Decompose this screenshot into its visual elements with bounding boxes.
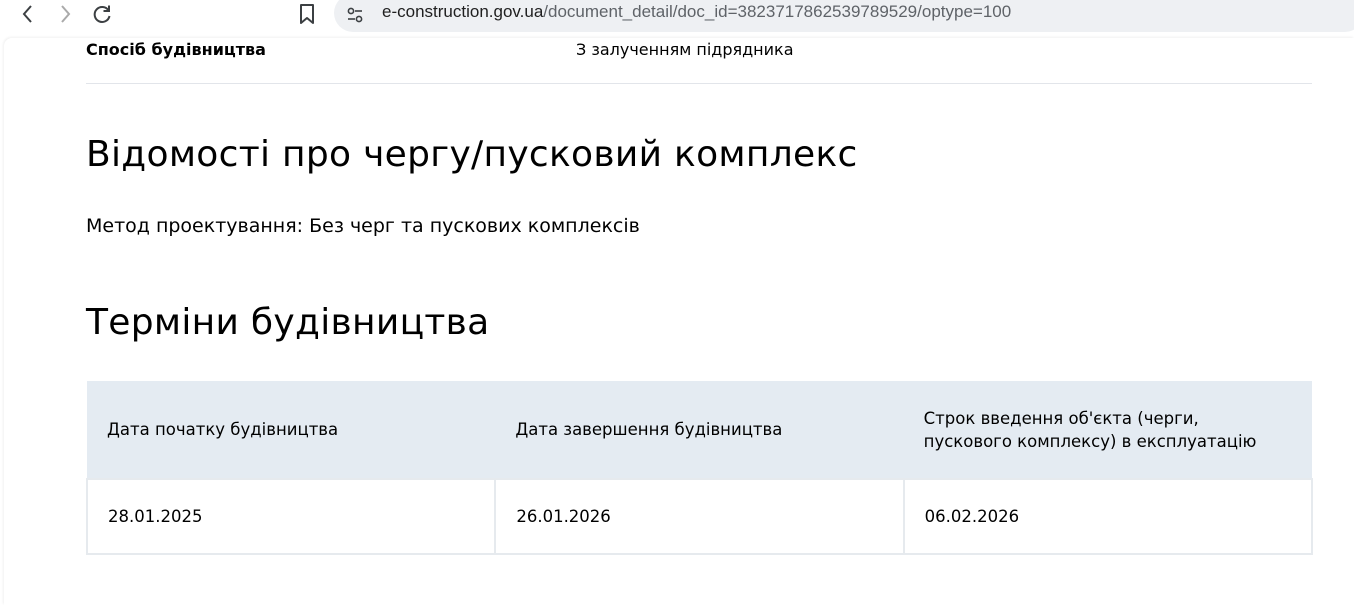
reload-icon [93,5,111,23]
url-host: e-construction.gov.ua [382,2,544,21]
construction-method-row: Спосіб будівництва З залученням підрядни… [86,38,1312,84]
terms-section-title: Терміни будівництва [86,302,490,343]
header-end-date: Дата завершення будівництва [495,381,904,479]
commissioning-date-cell: 06.02.2026 [902,478,1314,555]
address-bar[interactable]: e-construction.gov.ua/document_detail/do… [334,0,1354,32]
bookmark-button[interactable] [295,2,319,26]
url-text[interactable]: e-construction.gov.ua/document_detail/do… [382,2,1011,22]
start-date-cell: 28.01.2025 [85,478,497,555]
bookmark-icon [300,4,314,24]
header-commissioning-date: Строк введення об'єкта (черги, пускового… [903,381,1312,479]
site-settings-icon[interactable] [346,6,364,24]
table-row: 28.01.2025 26.01.2026 06.02.2026 [85,478,1314,555]
reload-button[interactable] [90,2,114,26]
back-arrow-icon [22,5,32,23]
forward-button[interactable] [53,2,77,26]
table-header-row: Дата початку будівництва Дата завершення… [87,381,1312,479]
page-content: Спосіб будівництва З залученням підрядни… [4,38,1354,605]
forward-arrow-icon [61,5,71,23]
design-method-text: Метод проектування: Без черг та пускових… [86,215,640,237]
construction-method-label: Спосіб будівництва [86,40,266,59]
end-date-cell: 26.01.2026 [494,478,905,555]
queue-section-title: Відомості про чергу/пусковий комплекс [86,134,858,175]
back-button[interactable] [16,2,40,26]
browser-toolbar: e-construction.gov.ua/document_detail/do… [0,0,1354,32]
url-path: /document_detail/doc_id=3823717862539789… [543,2,1012,21]
construction-method-value: З залученням підрядника [576,40,794,59]
header-start-date: Дата початку будівництва [87,381,496,479]
construction-terms-table: Дата початку будівництва Дата завершення… [85,381,1314,555]
